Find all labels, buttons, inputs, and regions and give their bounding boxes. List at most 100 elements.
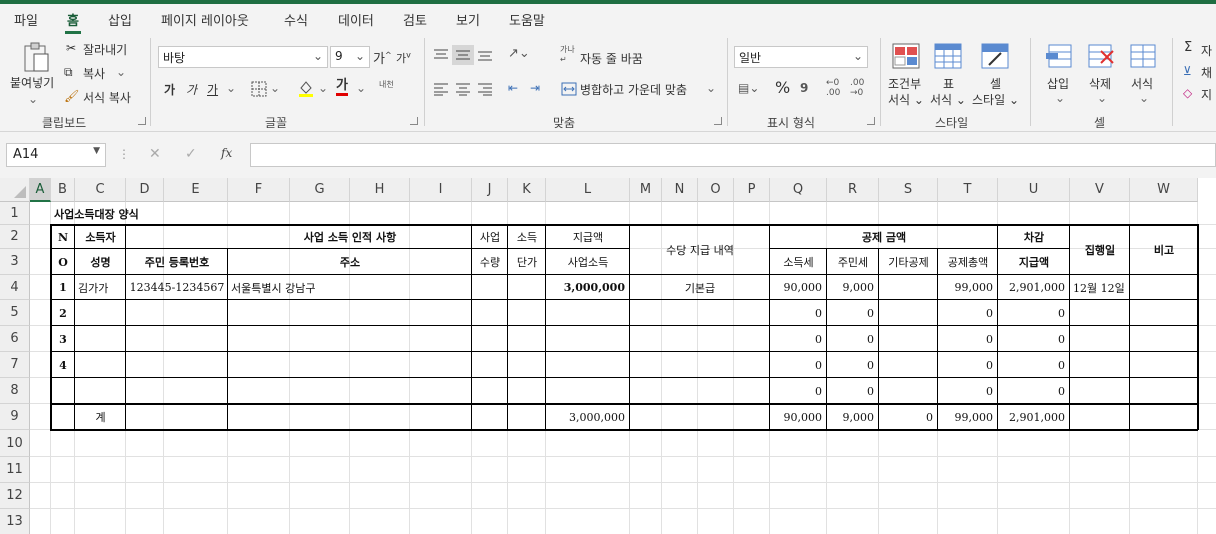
cell-net-pay[interactable]: 0: [998, 378, 1070, 404]
conditional-formatting-button[interactable]: 조건부: [888, 75, 921, 92]
cell-income-tax[interactable]: 0: [770, 326, 827, 352]
cell-income-tax[interactable]: 0: [770, 352, 827, 378]
copy-button[interactable]: 복사: [83, 65, 105, 82]
cell-id[interactable]: 123445-1234567: [126, 275, 228, 300]
header-other-deduction[interactable]: 기타공제: [879, 249, 938, 275]
font-color-dropdown-icon[interactable]: ⌄: [356, 81, 366, 95]
cell-net-pay[interactable]: 0: [998, 326, 1070, 352]
orientation-icon[interactable]: ↗⌄: [508, 46, 530, 61]
underline-button[interactable]: 가: [207, 81, 218, 98]
header-deduction[interactable]: 공제 금액: [770, 225, 998, 249]
align-center-icon[interactable]: [454, 80, 472, 98]
clear-button[interactable]: 지: [1201, 86, 1212, 103]
number-format-select[interactable]: 일반 ⌄: [734, 46, 868, 68]
row-header[interactable]: 3: [0, 249, 30, 275]
row-header[interactable]: 1: [0, 202, 30, 225]
align-bottom-icon[interactable]: [476, 46, 494, 64]
row-header[interactable]: 13: [0, 509, 30, 534]
grow-font-button[interactable]: 가^: [373, 48, 392, 67]
column-header[interactable]: N: [662, 178, 698, 202]
borders-dropdown-icon[interactable]: ⌄: [270, 81, 280, 95]
row-header[interactable]: 4: [0, 275, 30, 300]
cell-other-total[interactable]: 0: [879, 404, 938, 430]
row-header[interactable]: 9: [0, 404, 30, 430]
format-cells-icon[interactable]: [1128, 42, 1158, 70]
underline-dropdown-icon[interactable]: ⌄: [226, 81, 236, 95]
increase-decimal-icon[interactable]: ←0.00: [826, 78, 840, 98]
align-right-icon[interactable]: [476, 80, 494, 98]
column-header[interactable]: K: [508, 178, 546, 202]
cell-income-tax[interactable]: 0: [770, 378, 827, 404]
column-header[interactable]: A: [30, 178, 51, 202]
cell-total-deduction-total[interactable]: 99,000: [938, 404, 998, 430]
cell-total-deduction[interactable]: 0: [938, 300, 998, 326]
clipboard-launcher-icon[interactable]: [138, 117, 146, 125]
cell-address[interactable]: 서울특별시 강남구: [228, 275, 472, 300]
cell-pay-total[interactable]: 3,000,000: [546, 404, 630, 430]
column-header[interactable]: W: [1130, 178, 1198, 202]
header-resident-tax[interactable]: 주민세: [827, 249, 879, 275]
column-header[interactable]: H: [350, 178, 410, 202]
cell-income-tax[interactable]: 90,000: [770, 275, 827, 300]
tab-view[interactable]: 보기: [456, 10, 480, 29]
cell-styles-icon[interactable]: [980, 42, 1010, 70]
comma-style-icon[interactable]: 9: [800, 81, 808, 95]
format-as-table-icon[interactable]: [933, 42, 963, 70]
format-as-table-button-2[interactable]: 서식 ⌄: [930, 91, 966, 108]
cell-no[interactable]: 4: [51, 352, 75, 378]
cell-pay[interactable]: 3,000,000: [546, 275, 630, 300]
insert-function-button[interactable]: fx: [221, 146, 232, 160]
cell-date[interactable]: 12월 12일: [1070, 275, 1130, 300]
column-header[interactable]: R: [827, 178, 879, 202]
cell-allowance[interactable]: 기본급: [630, 275, 770, 300]
cell-resident-tax[interactable]: 0: [827, 378, 879, 404]
delete-cells-icon[interactable]: [1086, 42, 1116, 70]
cell-resident-tax[interactable]: 0: [827, 300, 879, 326]
name-box[interactable]: A14 ▼: [6, 143, 106, 167]
column-header[interactable]: M: [630, 178, 662, 202]
column-header[interactable]: U: [998, 178, 1070, 202]
cell-resident-tax[interactable]: 9,000: [827, 275, 879, 300]
row-header[interactable]: 6: [0, 326, 30, 352]
cell-total-deduction[interactable]: 99,000: [938, 275, 998, 300]
tab-help[interactable]: 도움말: [509, 10, 545, 29]
tab-data[interactable]: 데이터: [338, 10, 374, 29]
fill-color-dropdown-icon[interactable]: ⌄: [318, 81, 328, 95]
column-header[interactable]: E: [164, 178, 228, 202]
conditional-formatting-button-2[interactable]: 서식 ⌄: [888, 91, 924, 108]
insert-cells-button[interactable]: 삽입: [1047, 75, 1069, 92]
column-header[interactable]: F: [228, 178, 290, 202]
header-net[interactable]: 차감: [998, 225, 1070, 249]
merge-dropdown-icon[interactable]: ⌄: [706, 81, 716, 95]
header-total-deduction[interactable]: 공제총액: [938, 249, 998, 275]
italic-button[interactable]: 가: [186, 81, 197, 98]
row-header[interactable]: 7: [0, 352, 30, 378]
shrink-font-button[interactable]: 가v: [396, 50, 411, 66]
column-header[interactable]: Q: [770, 178, 827, 202]
header-no[interactable]: O: [51, 249, 75, 275]
cell-resident-tax[interactable]: 0: [827, 326, 879, 352]
cell-total-deduction[interactable]: 0: [938, 378, 998, 404]
cell-net-pay-total[interactable]: 2,901,000: [998, 404, 1070, 430]
cut-button[interactable]: 잘라내기: [83, 41, 127, 58]
header-net[interactable]: 지급액: [998, 249, 1070, 275]
insert-cells-icon[interactable]: [1044, 42, 1074, 70]
cell-resident-tax-total[interactable]: 9,000: [827, 404, 879, 430]
cell-no[interactable]: 2: [51, 300, 75, 326]
align-top-icon[interactable]: [432, 46, 450, 64]
fill-color-icon[interactable]: [297, 78, 315, 98]
paste-button[interactable]: 붙여넣기: [10, 74, 54, 91]
number-launcher-icon[interactable]: [867, 117, 875, 125]
fill-button[interactable]: 채: [1201, 64, 1212, 81]
column-header[interactable]: C: [75, 178, 126, 202]
bold-button[interactable]: 가: [164, 81, 175, 98]
autosum-button[interactable]: 자: [1201, 42, 1212, 59]
row-header[interactable]: 2: [0, 225, 30, 249]
alignment-launcher-icon[interactable]: [714, 117, 722, 125]
cell-total-label[interactable]: 계: [75, 404, 126, 430]
merge-center-button[interactable]: 병합하고 가운데 맞춤: [580, 81, 687, 98]
cell-no[interactable]: 1: [51, 275, 75, 300]
format-as-table-button[interactable]: 표: [943, 75, 954, 92]
header-no[interactable]: N: [51, 225, 75, 249]
align-middle-icon[interactable]: [452, 45, 474, 65]
